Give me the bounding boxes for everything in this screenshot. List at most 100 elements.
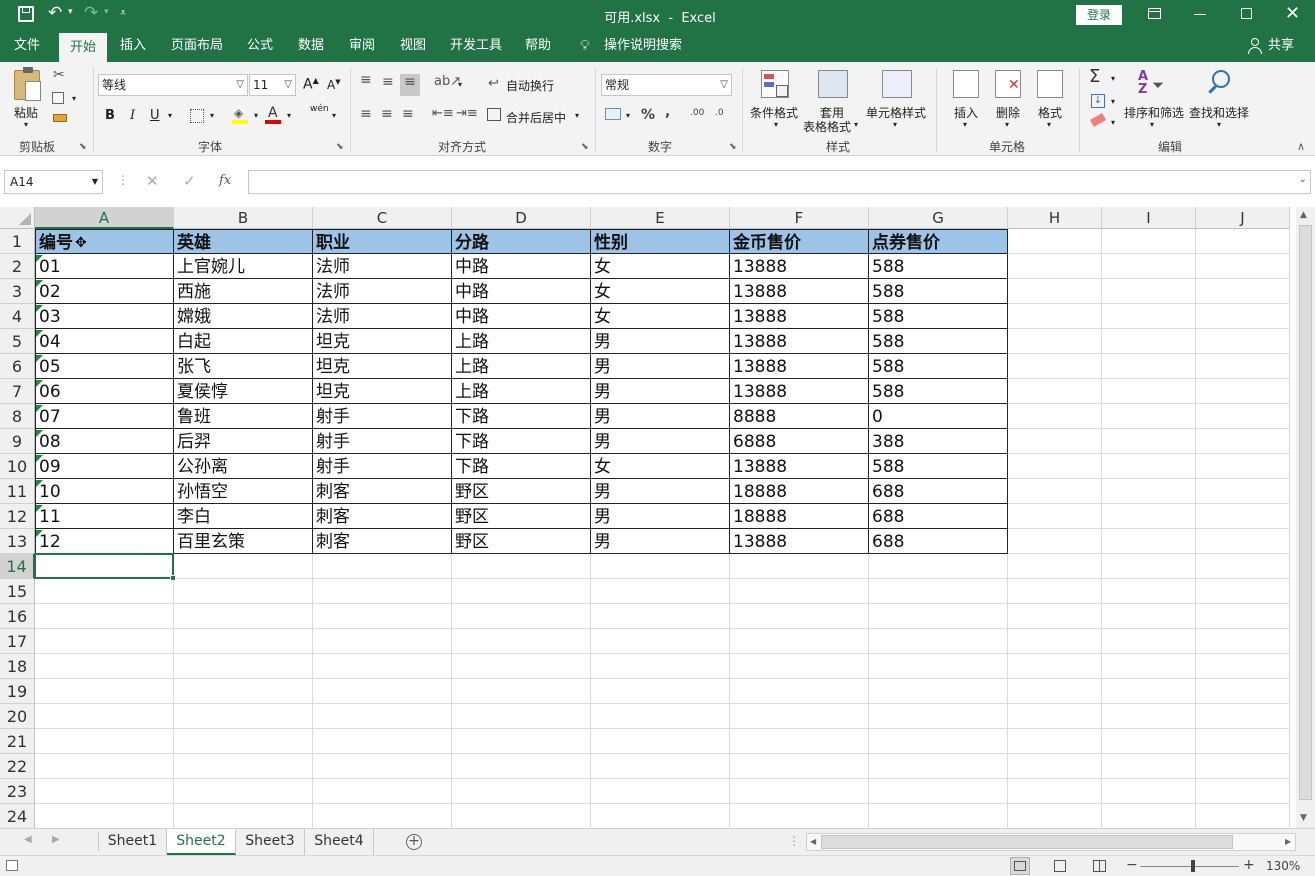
tab-developer[interactable]: 开发工具 <box>445 30 507 62</box>
table-cell[interactable]: 射手 <box>313 429 452 454</box>
row-header-18[interactable]: 18 <box>0 654 35 679</box>
row-header-13[interactable]: 13 <box>0 529 35 554</box>
sheet-next-icon[interactable]: ▶ <box>52 834 60 845</box>
table-cell[interactable]: 18888 <box>730 479 869 504</box>
delete-cells-icon[interactable]: ✕ <box>995 70 1021 98</box>
table-cell[interactable]: 18888 <box>730 504 869 529</box>
tab-home[interactable]: 开始 <box>59 33 107 62</box>
tab-review[interactable]: 审阅 <box>342 30 382 62</box>
column-header-c[interactable]: C <box>313 207 452 229</box>
table-cell[interactable]: 刺客 <box>313 479 452 504</box>
table-cell[interactable]: 588 <box>869 304 1008 329</box>
table-cell[interactable]: 坦克 <box>313 329 452 354</box>
table-cell[interactable]: 孙悟空 <box>174 479 313 504</box>
column-header-j[interactable]: J <box>1196 207 1290 229</box>
row-header-24[interactable]: 24 <box>0 804 35 828</box>
conditional-formatting-icon[interactable] <box>761 70 789 98</box>
table-cell[interactable]: 588 <box>869 379 1008 404</box>
scroll-down-icon[interactable]: ▼ <box>1300 813 1307 823</box>
fill-dropdown-icon[interactable]: ▾ <box>1111 97 1115 106</box>
fill-color-icon[interactable]: ◈ <box>232 106 248 124</box>
expand-formula-icon[interactable]: ⌄ <box>1299 174 1307 185</box>
accounting-format-icon[interactable] <box>605 108 621 120</box>
accounting-dropdown-icon[interactable]: ▾ <box>626 111 630 120</box>
align-left-icon[interactable]: ≡ <box>360 106 372 122</box>
decrease-indent-icon[interactable]: ⇤≡ <box>432 106 454 121</box>
table-cell[interactable]: 04 <box>35 329 174 354</box>
scroll-left-icon[interactable]: ◀ <box>810 837 816 846</box>
zoom-level[interactable]: 130% <box>1266 859 1300 873</box>
customize-qat-icon[interactable]: ⩡ <box>120 6 126 20</box>
table-cell[interactable]: 688 <box>869 479 1008 504</box>
table-cell[interactable]: 中路 <box>452 254 591 279</box>
table-cell[interactable]: 女 <box>591 279 730 304</box>
delete-dropdown-icon[interactable]: ▾ <box>1005 120 1009 129</box>
table-cell[interactable]: 男 <box>591 354 730 379</box>
row-header-22[interactable]: 22 <box>0 754 35 779</box>
tab-view[interactable]: 视图 <box>393 30 433 62</box>
cancel-entry-icon[interactable]: ✕ <box>146 172 159 190</box>
fill-handle[interactable] <box>170 575 176 581</box>
underline-dropdown-icon[interactable]: ▾ <box>168 111 172 120</box>
bold-button[interactable]: B <box>105 108 115 123</box>
table-cell[interactable]: 388 <box>869 429 1008 454</box>
horizontal-scrollbar[interactable]: ◀ ▶ <box>806 833 1296 851</box>
table-cell[interactable]: 西施 <box>174 279 313 304</box>
table-cell[interactable]: 10 <box>35 479 174 504</box>
select-all-corner[interactable] <box>0 207 35 229</box>
table-cell[interactable]: 女 <box>591 454 730 479</box>
page-break-view-icon[interactable] <box>1093 860 1106 872</box>
row-header-5[interactable]: 5 <box>0 329 35 354</box>
row-header-4[interactable]: 4 <box>0 304 35 329</box>
underline-button[interactable]: U <box>150 108 160 123</box>
row-header-10[interactable]: 10 <box>0 454 35 479</box>
table-cell[interactable]: 588 <box>869 329 1008 354</box>
tell-me-search[interactable]: 操作说明搜索 <box>600 30 686 62</box>
sort-dropdown-icon[interactable]: ▾ <box>1150 120 1154 129</box>
row-header-9[interactable]: 9 <box>0 429 35 454</box>
format-as-table-icon[interactable] <box>818 70 848 98</box>
format-as-table-dropdown-icon[interactable]: ▾ <box>854 120 858 129</box>
table-header-cell[interactable]: 编号 <box>35 229 174 254</box>
column-header-e[interactable]: E <box>591 207 730 229</box>
fill-color-dropdown-icon[interactable]: ▾ <box>254 111 258 120</box>
sheet-tab-sheet3[interactable]: Sheet3 <box>236 829 305 855</box>
row-header-2[interactable]: 2 <box>0 254 35 279</box>
row-header-16[interactable]: 16 <box>0 604 35 629</box>
autosum-icon[interactable]: Σ <box>1089 66 1100 87</box>
format-as-table-line2[interactable]: 表格格式 <box>803 118 851 135</box>
increase-indent-icon[interactable]: ⇥≡ <box>456 106 478 121</box>
tab-formulas[interactable]: 公式 <box>240 30 280 62</box>
table-cell[interactable]: 上官婉儿 <box>174 254 313 279</box>
undo-dropdown-icon[interactable]: ▾ <box>68 7 73 17</box>
row-header-8[interactable]: 8 <box>0 404 35 429</box>
table-cell[interactable]: 百里玄策 <box>174 529 313 554</box>
table-cell[interactable]: 上路 <box>452 329 591 354</box>
format-cells-button[interactable]: 格式 <box>1038 104 1062 121</box>
clear-dropdown-icon[interactable]: ▾ <box>1111 118 1115 127</box>
row-header-20[interactable]: 20 <box>0 704 35 729</box>
table-header-cell[interactable]: 性别 <box>591 229 730 254</box>
table-cell[interactable]: 男 <box>591 429 730 454</box>
row-header-23[interactable]: 23 <box>0 779 35 804</box>
column-header-d[interactable]: D <box>452 207 591 229</box>
table-cell[interactable]: 588 <box>869 254 1008 279</box>
wrap-text-button[interactable]: 自动换行 <box>506 77 554 94</box>
table-cell[interactable]: 05 <box>35 354 174 379</box>
table-cell[interactable]: 男 <box>591 329 730 354</box>
delete-cells-button[interactable]: 删除 <box>996 104 1020 121</box>
sheet-tab-sheet2[interactable]: Sheet2 <box>167 829 236 855</box>
insert-dropdown-icon[interactable]: ▾ <box>963 120 967 129</box>
paste-icon[interactable] <box>14 67 41 101</box>
table-cell[interactable]: 夏侯惇 <box>174 379 313 404</box>
conditional-dropdown-icon[interactable]: ▾ <box>774 120 778 129</box>
normal-view-icon[interactable] <box>1010 857 1030 875</box>
cell-styles-icon[interactable] <box>882 70 912 98</box>
macro-record-icon[interactable] <box>6 860 18 871</box>
merge-center-button[interactable]: 合并后居中 <box>506 109 566 126</box>
worksheet-grid[interactable]: A B C D E F G H I J 1 2 3 4 5 6 7 8 9 10 11 12 13 14 15 16 17 18 19 2… <box>0 207 1296 828</box>
ribbon-display-options-icon[interactable] <box>1148 8 1161 19</box>
redo-dropdown-icon[interactable]: ▾ <box>104 7 109 17</box>
table-cell[interactable]: 女 <box>591 304 730 329</box>
tab-help[interactable]: 帮助 <box>518 30 558 62</box>
